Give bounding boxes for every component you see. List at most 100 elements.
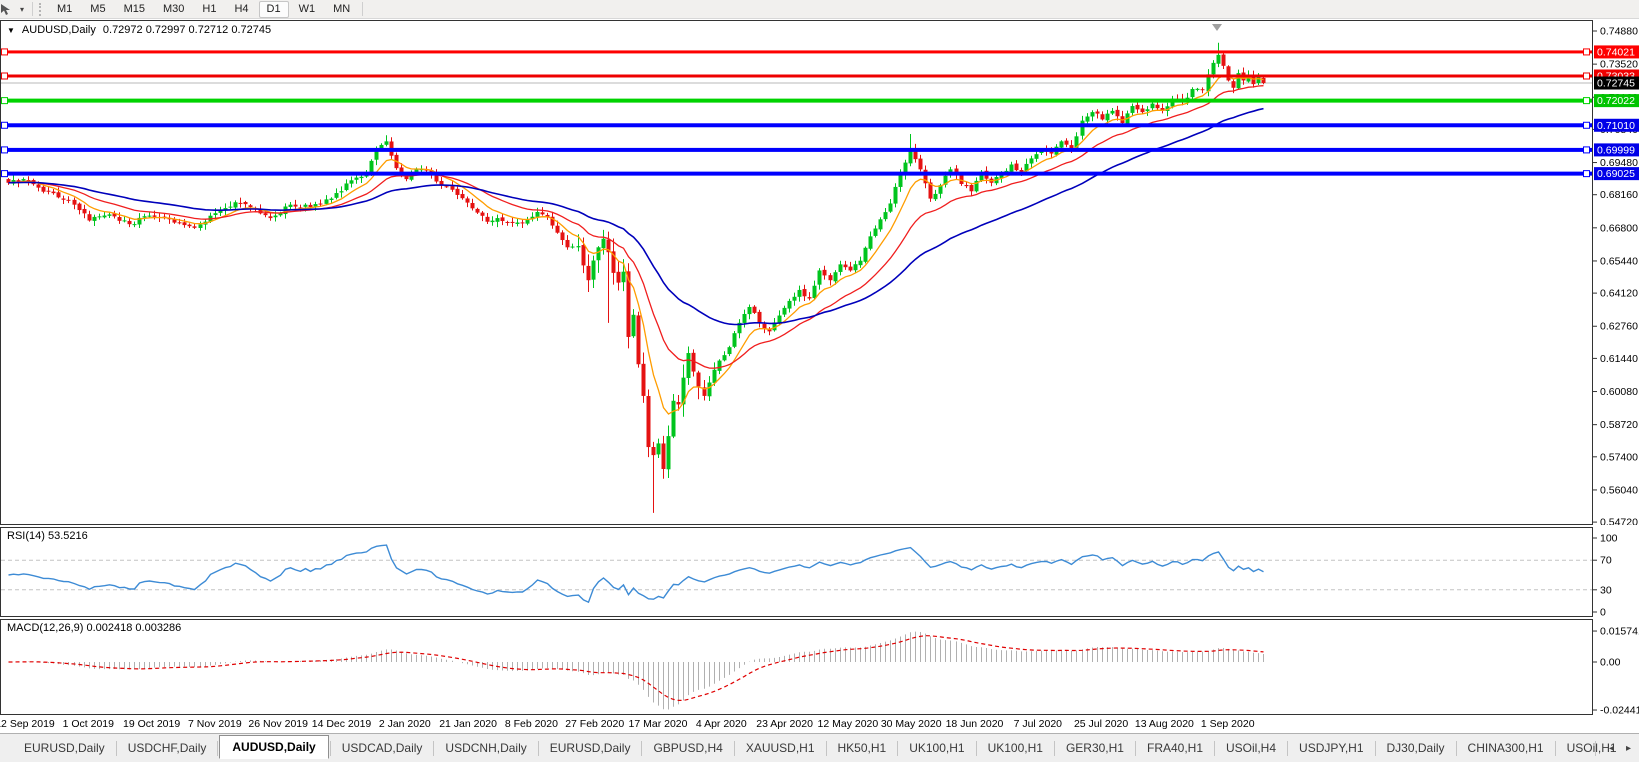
- chart-tab-gbpusd-h4[interactable]: GBPUSD,H4: [643, 737, 732, 759]
- chart-tab-ger30-h1[interactable]: GER30,H1: [1056, 737, 1134, 759]
- date-label: 13 Aug 2020: [1134, 718, 1194, 730]
- tab-separator: [975, 740, 977, 756]
- level-handle: [1, 72, 8, 80]
- collapse-triangle-icon[interactable]: ▼: [7, 26, 15, 35]
- svg-text:30: 30: [1600, 584, 1612, 596]
- rsi-indicator-label: RSI(14) 53.5216: [7, 530, 88, 542]
- toolbar-separator: [32, 2, 34, 16]
- candles-layer: [6, 42, 1266, 513]
- tab-separator: [1214, 740, 1216, 756]
- chart-symbol-period: AUDUSD,Daily: [21, 24, 96, 36]
- svg-text:0.54720: 0.54720: [1600, 517, 1638, 525]
- chart-ohlc-readout: 0.72972 0.72997 0.72712 0.72745: [102, 24, 272, 36]
- chart-tab-eurusd-daily[interactable]: EURUSD,Daily: [14, 737, 115, 759]
- svg-text:0.65440: 0.65440: [1600, 255, 1638, 267]
- timeframe-buttons: M1 M5 M15 M30 H1 H4 D1 W1 MN: [49, 0, 358, 18]
- tabs-scroll-right-icon[interactable]: ▸: [1626, 743, 1631, 754]
- chart-tab-usdcad-daily[interactable]: USDCAD,Daily: [332, 737, 433, 759]
- timeframe-button-m5[interactable]: M5: [82, 1, 113, 18]
- date-label: 2 Jan 2020: [378, 718, 431, 730]
- tabs-scroll-left-icon[interactable]: ◂: [1609, 743, 1614, 754]
- date-label: 14 Dec 2019: [311, 718, 372, 730]
- tab-separator: [115, 740, 117, 756]
- tab-separator: [1374, 740, 1376, 756]
- chart-tab-uk100-h1[interactable]: UK100,H1: [978, 737, 1053, 759]
- level-handle: [1, 48, 8, 56]
- level-line[interactable]: [0, 123, 1592, 128]
- svg-text:0.015741: 0.015741: [1600, 626, 1639, 638]
- date-label: 27 Feb 2020: [565, 718, 625, 730]
- dropdown-caret-icon[interactable]: ▾: [20, 5, 24, 14]
- svg-text:0.66800: 0.66800: [1600, 222, 1638, 234]
- tab-separator: [1554, 740, 1556, 756]
- date-label: 12 Sep 2019: [0, 718, 55, 730]
- macd-indicator-label: MACD(12,26,9) 0.002418 0.003286: [7, 622, 182, 634]
- tab-separator: [433, 740, 435, 756]
- chart-tab-fra40-h1[interactable]: FRA40,H1: [1137, 737, 1213, 759]
- svg-text:0.62760: 0.62760: [1600, 321, 1638, 333]
- level-handle: [1583, 121, 1590, 129]
- price-shift-marker-icon: [1212, 24, 1222, 31]
- time-axis[interactable]: 12 Sep 2019 1 Oct 2019 19 Oct 2019 7 Nov 20…: [0, 715, 1593, 733]
- svg-text:0.57400: 0.57400: [1600, 451, 1638, 463]
- svg-text:70: 70: [1600, 555, 1612, 567]
- level-line[interactable]: [0, 98, 1592, 103]
- rsi-panel[interactable]: 100 70 30 0: [0, 527, 1639, 617]
- level-line[interactable]: [0, 171, 1592, 176]
- tab-separator: [1455, 740, 1457, 756]
- macd-signal-line: [8, 635, 1264, 702]
- svg-text:0.71010: 0.71010: [1597, 120, 1635, 132]
- level-handle: [1, 170, 8, 178]
- level-handle: [1, 121, 8, 129]
- timeframe-button-m15[interactable]: M15: [116, 1, 153, 18]
- level-line[interactable]: [0, 50, 1592, 54]
- chart-tab-hk50-h1[interactable]: HK50,H1: [828, 737, 897, 759]
- svg-text:0.64120: 0.64120: [1600, 288, 1638, 300]
- tab-separator: [641, 740, 643, 756]
- date-label: 17 Mar 2020: [628, 718, 688, 730]
- chart-tab-uk100-h1[interactable]: UK100,H1: [899, 737, 974, 759]
- svg-text:0.72745: 0.72745: [1597, 78, 1635, 90]
- chart-tab-eurusd-daily[interactable]: EURUSD,Daily: [540, 737, 641, 759]
- tab-separator: [897, 740, 899, 756]
- chart-tabs-bar: EURUSD,Daily USDCHF,Daily AUDUSD,Daily USDC…: [0, 733, 1639, 762]
- chart-tab-usdjpy-h1[interactable]: USDJPY,H1: [1289, 737, 1373, 759]
- svg-text:100: 100: [1600, 533, 1618, 545]
- date-label: 7 Nov 2019: [188, 718, 242, 730]
- timeframe-button-w1[interactable]: W1: [291, 1, 324, 18]
- date-label: 1 Sep 2020: [1200, 718, 1255, 730]
- level-line[interactable]: [0, 74, 1592, 78]
- timeframe-button-m1[interactable]: M1: [49, 1, 80, 18]
- tab-separator: [733, 740, 735, 756]
- toolbar-grip[interactable]: [39, 2, 45, 16]
- date-label: 8 Feb 2020: [504, 718, 558, 730]
- level-line[interactable]: [0, 147, 1592, 152]
- level-handle: [1583, 170, 1590, 178]
- svg-text:0.73520: 0.73520: [1600, 59, 1638, 71]
- cursor-tool-icon[interactable]: [1, 2, 19, 16]
- chart-tab-usoil-h4[interactable]: USOil,H4: [1216, 737, 1286, 759]
- timeframe-button-h4[interactable]: H4: [226, 1, 256, 18]
- tab-separator: [1287, 740, 1289, 756]
- macd-panel[interactable]: 0.015741 0.00 -0.024412: [0, 619, 1639, 715]
- tab-separator: [217, 740, 219, 756]
- chart-tab-xauusd-h1[interactable]: XAUUSD,H1: [736, 737, 825, 759]
- tab-separator: [1134, 740, 1136, 756]
- chart-tab-dj30-daily[interactable]: DJ30,Daily: [1377, 737, 1455, 759]
- svg-text:0.00: 0.00: [1600, 657, 1621, 669]
- chart-tab-china300-h1[interactable]: CHINA300,H1: [1458, 737, 1554, 759]
- level-handle: [1583, 146, 1590, 154]
- timeframe-button-m30[interactable]: M30: [155, 1, 192, 18]
- chart-tab-usdcnh-daily[interactable]: USDCNH,Daily: [435, 737, 536, 759]
- svg-text:0.68160: 0.68160: [1600, 189, 1638, 201]
- chart-tab-usdchf-daily[interactable]: USDCHF,Daily: [118, 737, 217, 759]
- timeframe-button-d1[interactable]: D1: [258, 0, 289, 18]
- chart-tab-audusd-daily[interactable]: AUDUSD,Daily: [219, 735, 329, 759]
- date-label: 4 Apr 2020: [695, 718, 747, 730]
- level-handle: [1, 146, 8, 154]
- timeframe-button-mn[interactable]: MN: [325, 1, 358, 18]
- svg-text:0.72022: 0.72022: [1597, 95, 1635, 107]
- date-label: 7 Jul 2020: [1013, 718, 1063, 730]
- timeframe-button-h1[interactable]: H1: [194, 1, 224, 18]
- price-chart[interactable]: 0.748800.735200.721600.708400.694800.681…: [0, 20, 1639, 525]
